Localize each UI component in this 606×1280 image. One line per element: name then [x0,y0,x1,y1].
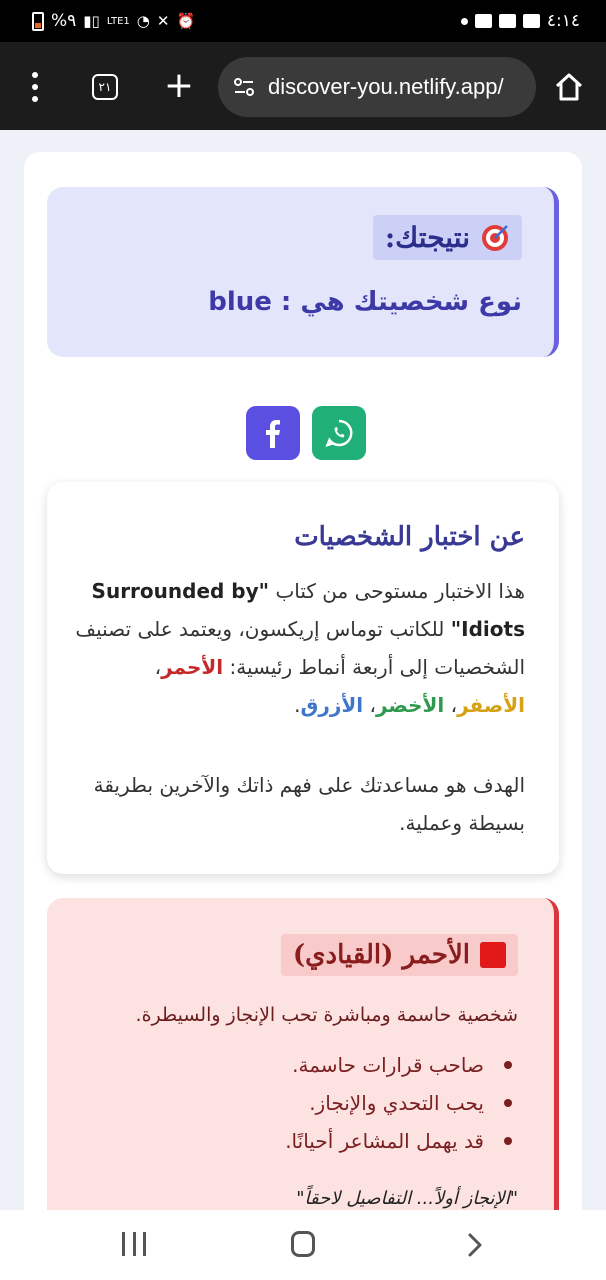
color-green-label: الأخضر [375,693,445,717]
system-nav-bar [0,1210,606,1280]
address-bar[interactable]: discover-you.netlify.app/ [218,57,536,117]
url-text[interactable]: discover-you.netlify.app/ [268,74,504,100]
red-type-title: الأحمر (القيادي) [280,934,518,976]
about-section: عن اختبار الشخصيات هذا الاختبار مستوحى م… [47,482,559,874]
facebook-icon [266,420,280,448]
new-tab-button[interactable]: + [162,66,196,106]
recent-bar-icon [122,1232,125,1256]
red-type-description: شخصية حاسمة ومباشرة تحب الإنجاز والسيطرة… [135,1004,518,1026]
red-type-traits: صاحب قرارات حاسمة. يحب التحدي والإنجاز. … [285,1046,516,1160]
menu-dot-icon [32,84,38,90]
about-goal: الهدف هو مساعدتك على فهم ذاتك والآخرين ب… [93,773,525,835]
overflow-menu-button[interactable] [24,72,46,102]
back-button[interactable] [462,1232,486,1258]
red-square-icon [480,942,506,968]
whatsapp-share-button[interactable] [312,406,366,460]
list-item: قد يهمل المشاعر أحيانًا. [285,1122,516,1160]
result-title-text: نتيجتك: [384,221,470,254]
browser-toolbar: ٢١ + discover-you.netlify.app/ [0,42,606,130]
site-settings-icon[interactable] [232,75,256,99]
red-type-section: الأحمر (القيادي) شخصية حاسمة ومباشرة تحب… [47,898,559,1210]
battery-icon [32,11,44,31]
list-item: يحب التحدي والإنجاز. [285,1084,516,1122]
gallery-icon [474,14,492,28]
result-title: نتيجتك: [372,215,522,260]
youtube-icon-2 [522,14,540,28]
alarm-icon: ⏰ [176,12,196,30]
home-icon[interactable] [552,70,586,104]
result-box: نتيجتك: نوع شخصيتك هي : blue [47,187,559,357]
status-left: %٩ ▮▯ LTE1 ◔ ✕ ⏰ [32,11,195,31]
recent-bar-icon [132,1232,136,1256]
mute-icon: ✕ [156,12,170,30]
color-red-label: الأحمر [161,655,224,679]
web-page: نتيجتك: نوع شخصيتك هي : blue عن اختبار ا… [0,130,606,1210]
status-time: ٤:١٤ [546,11,580,31]
result-type-line: نوع شخصيتك هي : blue [208,287,522,317]
content-card: نتيجتك: نوع شخصيتك هي : blue عن اختبار ا… [24,152,582,1210]
wifi-icon: ◔ [136,12,150,30]
about-paragraph: هذا الاختبار مستوحى من كتاب "Surrounded … [75,579,525,717]
red-type-quote: "الإنجاز أولاً... التفاصيل لاحقاً" [296,1188,518,1209]
status-bar: %٩ ▮▯ LTE1 ◔ ✕ ⏰ ٤:١٤ [0,0,606,42]
signal-icon: ▮▯ [83,12,100,30]
menu-dot-icon [32,96,38,102]
youtube-icon [498,14,516,28]
recent-bar-icon [143,1232,146,1256]
notification-dot-icon [460,17,468,25]
whatsapp-icon [325,419,353,448]
target-icon [482,224,508,251]
about-title: عن اختبار الشخصيات [294,522,525,552]
about-text-before-book: هذا الاختبار مستوحى من كتاب [275,579,525,603]
battery-percent: %٩ [51,11,77,31]
share-buttons [246,406,366,460]
tab-switcher-button[interactable]: ٢١ [92,74,118,100]
list-item: صاحب قرارات حاسمة. [285,1046,516,1084]
recent-apps-button[interactable] [122,1232,146,1256]
home-button[interactable] [291,1231,315,1257]
network-label: LTE1 [106,15,130,27]
color-blue-label: الأزرق [300,693,364,717]
facebook-share-button[interactable] [246,406,300,460]
menu-dot-icon [32,72,38,78]
status-right: ٤:١٤ [460,11,580,31]
color-yellow-label: الأصفر [457,693,525,717]
red-type-title-text: الأحمر (القيادي) [292,940,470,970]
